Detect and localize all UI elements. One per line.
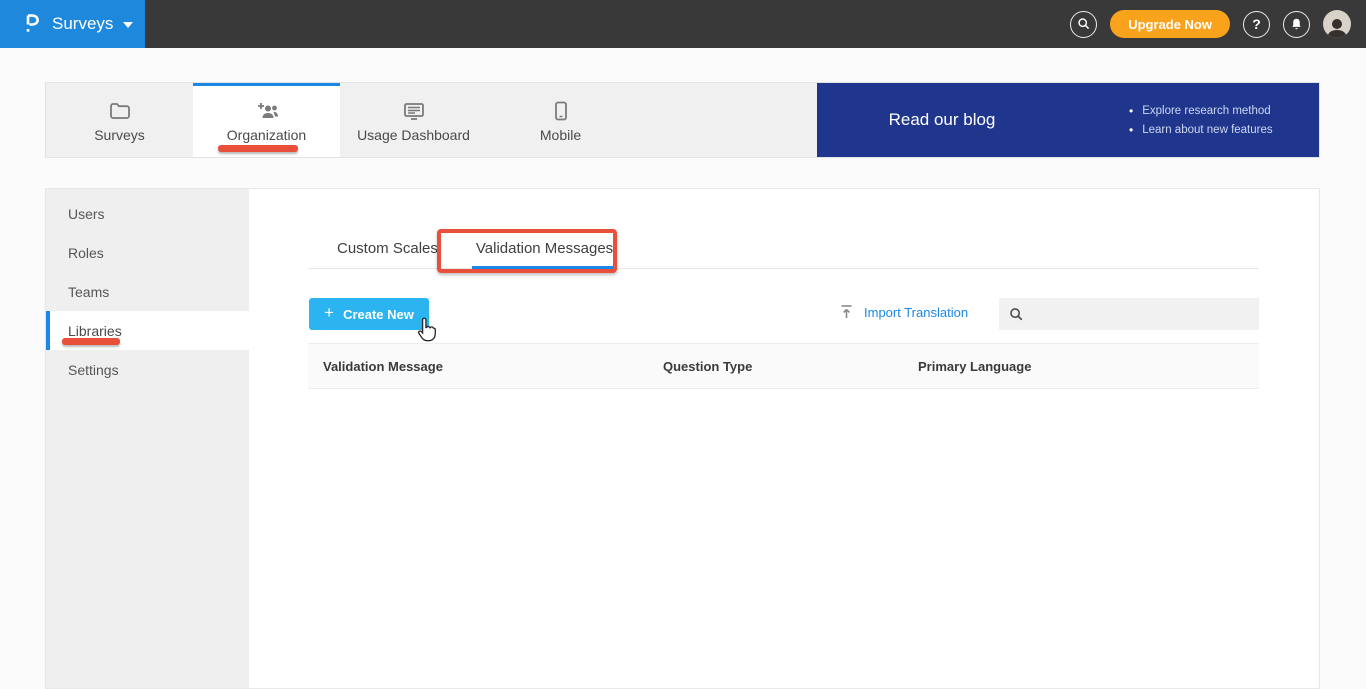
app-screen: Surveys Upgrade Now ? Surveys Organizati… (0, 0, 1366, 689)
top-bar: Surveys Upgrade Now ? (0, 0, 1366, 48)
import-translation-link[interactable]: Import Translation (839, 304, 968, 320)
notifications-button[interactable] (1283, 10, 1310, 38)
blog-bullet: Learn about new features (1129, 123, 1272, 137)
dashboard-icon (403, 100, 425, 122)
blog-promo-panel: Read our blog Explore research method Le… (817, 83, 1319, 157)
add-people-icon (254, 100, 280, 122)
column-header-question-type[interactable]: Question Type (663, 359, 918, 374)
nav-tab-label: Surveys (94, 127, 145, 143)
questionpro-logo-icon (26, 14, 39, 32)
blog-promo-bullets: Explore research method Learn about new … (1129, 99, 1273, 142)
user-avatar[interactable] (1323, 10, 1351, 38)
import-translation-label: Import Translation (864, 304, 969, 320)
person-silhouette-icon (1327, 19, 1347, 38)
settings-sidebar: Users Roles Teams Libraries Settings (46, 189, 249, 688)
search-input[interactable] (1031, 306, 1251, 322)
blog-bullet: Explore research method (1129, 104, 1273, 118)
nav-tab-label: Mobile (539, 127, 582, 143)
annotation-box-validation-messages (437, 229, 617, 273)
sidebar-item-users[interactable]: Users (46, 194, 249, 233)
search-icon (1077, 18, 1089, 30)
nav-tab-label: Organization (226, 127, 307, 143)
table-search[interactable] (999, 298, 1259, 330)
product-switcher[interactable]: Surveys (0, 0, 145, 48)
product-menu-label: Surveys (52, 14, 114, 33)
upgrade-now-button[interactable]: Upgrade Now (1110, 10, 1230, 38)
nav-tab-label: Usage Dashboard (357, 127, 470, 143)
main-panel: Users Roles Teams Libraries Settings Cus… (45, 188, 1320, 689)
chevron-down-icon (123, 22, 134, 28)
topbar-actions: Upgrade Now ? (1070, 10, 1366, 38)
table-header-row: Validation Message Question Type Primary… (308, 343, 1259, 389)
mobile-icon (554, 100, 568, 122)
notification-bell-icon (1292, 18, 1301, 30)
create-new-button[interactable]: + Create New (309, 298, 429, 330)
column-header-primary-language[interactable]: Primary Language (918, 359, 1259, 374)
question-mark-icon: ? (1252, 16, 1261, 32)
sidebar-item-settings[interactable]: Settings (46, 350, 249, 389)
create-new-label: Create New (343, 306, 414, 322)
sidebar-item-roles[interactable]: Roles (46, 233, 249, 272)
blog-promo-title[interactable]: Read our blog (817, 110, 1067, 130)
folder-icon (109, 100, 131, 122)
search-icon (1010, 307, 1023, 320)
plus-icon: + (324, 303, 335, 322)
nav-tab-surveys[interactable]: Surveys (46, 83, 193, 157)
column-header-validation-message[interactable]: Validation Message (308, 359, 663, 374)
tab-custom-scales[interactable]: Custom Scales (333, 231, 442, 269)
annotation-underline-libraries (62, 338, 120, 345)
upload-icon (841, 305, 852, 318)
nav-tab-usage-dashboard[interactable]: Usage Dashboard (340, 83, 487, 157)
sidebar-item-teams[interactable]: Teams (46, 272, 249, 311)
annotation-underline-organization (218, 145, 298, 152)
help-button[interactable]: ? (1243, 10, 1270, 38)
search-button[interactable] (1070, 10, 1098, 38)
toolbar: + Create New Import Translation (308, 298, 1259, 331)
nav-tab-mobile[interactable]: Mobile (487, 83, 634, 157)
